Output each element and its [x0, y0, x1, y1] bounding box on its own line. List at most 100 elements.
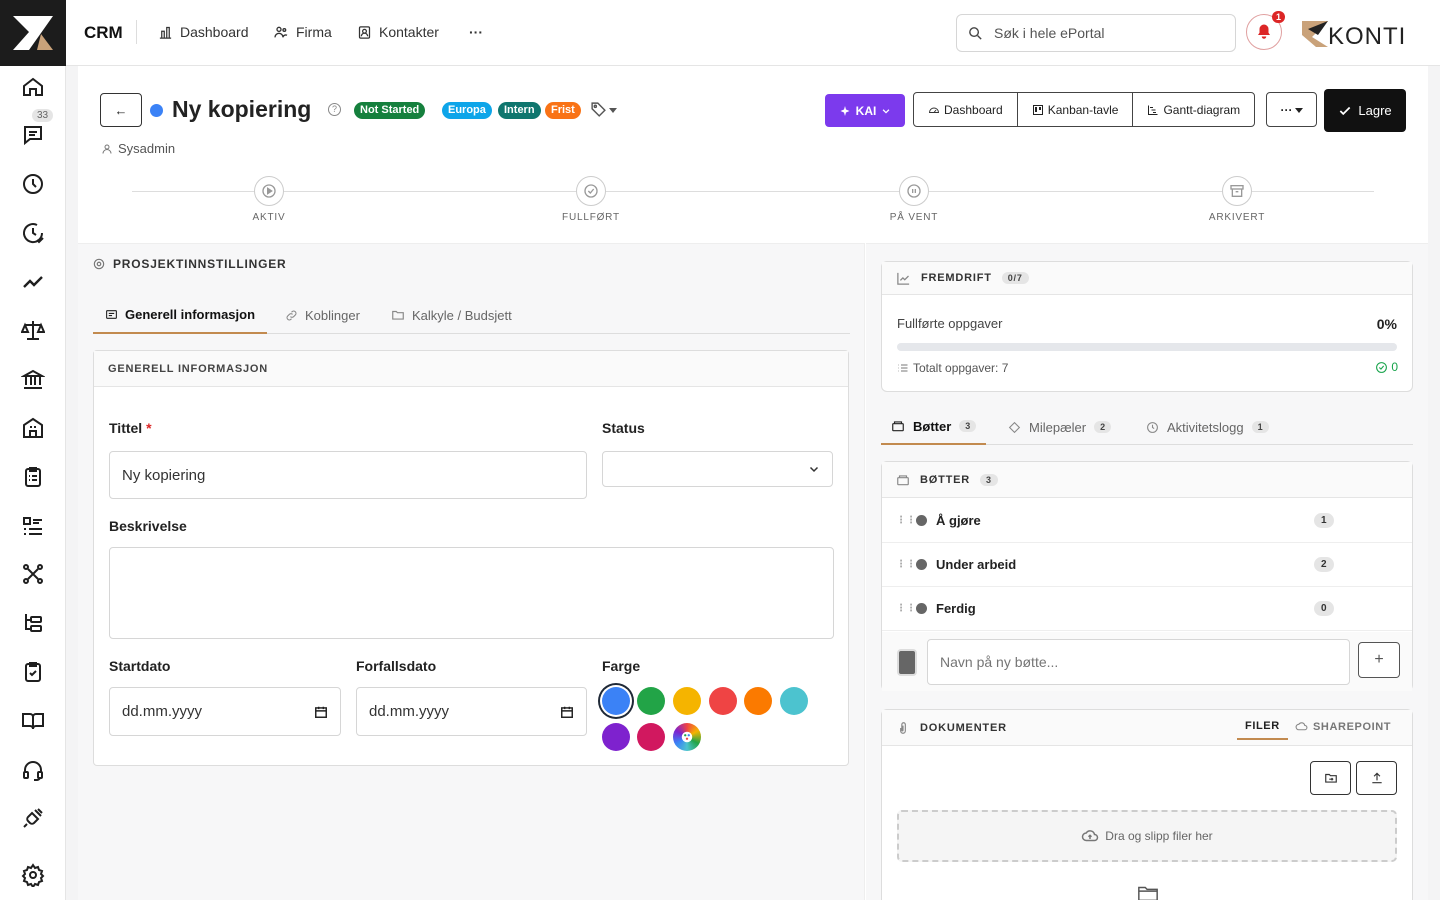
tab-aktivitetslogg[interactable]: Aktivitetslogg 1	[1136, 409, 1279, 445]
drag-handle-icon[interactable]: ⋮⋮	[896, 560, 916, 570]
new-bucket-input[interactable]	[927, 639, 1350, 685]
stage-aktiv[interactable]: AKTIV	[209, 176, 329, 223]
drag-handle-icon[interactable]: ⋮⋮	[896, 516, 916, 526]
tab-filer[interactable]: FILER	[1237, 718, 1288, 740]
folder-icon	[392, 310, 404, 320]
new-folder-button[interactable]	[1310, 761, 1351, 795]
list-item[interactable]: ⋮⋮ Under arbeid 2	[882, 543, 1412, 587]
color-swatch-orange[interactable]	[744, 687, 772, 715]
color-swatch-purple[interactable]	[602, 723, 630, 751]
add-bucket-button[interactable]: +	[1358, 642, 1400, 678]
help-icon[interactable]: ?	[328, 103, 341, 116]
stage-label: AKTIV	[252, 212, 286, 223]
drag-handle-icon[interactable]: ⋮⋮	[896, 604, 916, 614]
save-button[interactable]: Lagre	[1324, 89, 1406, 132]
color-swatch-yellow[interactable]	[673, 687, 701, 715]
tag-status[interactable]: Not Started	[354, 102, 426, 119]
book-icon[interactable]	[0, 701, 66, 741]
plug-icon[interactable]	[0, 798, 66, 838]
back-button[interactable]: ←	[100, 93, 142, 127]
nav-more-button[interactable]: ···	[469, 24, 483, 40]
bank-icon[interactable]	[0, 359, 66, 399]
tag-frist[interactable]: Frist	[545, 102, 581, 119]
description-textarea[interactable]	[109, 547, 834, 639]
trend-icon[interactable]	[0, 262, 66, 302]
chat-icon[interactable]: 33	[0, 109, 66, 155]
color-swatch-green[interactable]	[637, 687, 665, 715]
tab-kalkyle[interactable]: Kalkyle / Budsjett	[379, 296, 524, 334]
clipboard-check-icon[interactable]	[0, 652, 66, 692]
status-select[interactable]	[602, 451, 833, 487]
view-dashboard-button[interactable]: Dashboard	[914, 93, 1018, 126]
tag-europa[interactable]: Europa	[442, 102, 492, 119]
progress-bar	[897, 343, 1397, 351]
clipboard-list-icon[interactable]	[0, 457, 66, 497]
hierarchy-icon[interactable]	[0, 603, 66, 643]
global-search[interactable]	[956, 14, 1236, 52]
save-label: Lagre	[1358, 103, 1392, 118]
search-input[interactable]	[994, 25, 1214, 41]
divider	[136, 20, 137, 44]
title-input[interactable]	[109, 451, 587, 499]
stage-arkivert[interactable]: ARKIVERT	[1177, 176, 1297, 223]
back-arrow-icon: ←	[114, 102, 128, 118]
tab-milepaeler[interactable]: Milepæler 2	[998, 409, 1121, 445]
tab-label: Bøtter	[913, 418, 952, 434]
nav-kontakter[interactable]: Kontakter	[357, 24, 439, 40]
nav-dashboard-label: Dashboard	[180, 24, 249, 40]
owner-name: Sysadmin	[118, 141, 176, 156]
done-tasks: 0	[1375, 360, 1398, 374]
color-swatch-blue[interactable]	[602, 687, 630, 715]
network-icon[interactable]	[0, 554, 66, 594]
tab-botter[interactable]: Bøtter 3	[881, 409, 987, 445]
color-swatch-magenta[interactable]	[637, 723, 665, 751]
color-swatch-cyan[interactable]	[780, 687, 808, 715]
home-icon[interactable]	[0, 67, 66, 107]
time-check-icon[interactable]	[0, 213, 66, 253]
building-icon[interactable]	[0, 408, 66, 448]
kanban-icon	[1032, 104, 1043, 115]
app-logo[interactable]	[0, 0, 66, 66]
custom-color-picker[interactable]	[673, 723, 701, 751]
check-circle-icon	[576, 176, 606, 206]
due-date-label: Forfallsdato	[356, 658, 437, 674]
nav-firma[interactable]: Firma	[273, 24, 332, 40]
list-item[interactable]: ⋮⋮ Ferdig 0	[882, 587, 1412, 631]
task-list-icon[interactable]	[0, 506, 66, 546]
tab-label: Koblinger	[305, 307, 360, 323]
tab-koblinger[interactable]: Koblinger	[273, 296, 372, 334]
tab-sharepoint[interactable]: SHAREPOINT	[1295, 718, 1391, 739]
view-kanban-button[interactable]: Kanban-tavle	[1018, 93, 1134, 126]
view-gantt-label: Gantt-diagram	[1163, 102, 1241, 117]
new-bucket-color-picker[interactable]	[897, 649, 917, 676]
settings-gear-icon[interactable]	[0, 855, 66, 895]
page-title: Ny kopiering	[172, 96, 312, 122]
headset-icon[interactable]	[0, 750, 66, 790]
kai-button[interactable]: KAI	[825, 94, 905, 127]
list-item[interactable]: ⋮⋮ Å gjøre 1	[882, 499, 1412, 543]
start-date-input[interactable]: dd.mm.yyyy	[109, 687, 341, 736]
tab-label: Aktivitetslogg	[1167, 419, 1244, 435]
stage-fullfort[interactable]: FULLFØRT	[531, 176, 651, 223]
scale-icon[interactable]	[0, 310, 66, 350]
stage-pa-vent[interactable]: PÅ VENT	[854, 176, 974, 223]
bucket-name: Under arbeid	[936, 557, 1017, 572]
clock-icon[interactable]	[0, 164, 66, 204]
due-date-input[interactable]: dd.mm.yyyy	[356, 687, 587, 736]
notifications-button[interactable]: 1	[1246, 11, 1285, 50]
tag-menu-button[interactable]	[590, 101, 617, 118]
color-swatch-red[interactable]	[709, 687, 737, 715]
nav-dashboard[interactable]: Dashboard	[158, 24, 249, 40]
due-date-placeholder: dd.mm.yyyy	[369, 703, 450, 720]
tab-general-info[interactable]: Generell informasjon	[93, 296, 268, 334]
file-dropzone[interactable]: Dra og slipp filer her	[897, 810, 1397, 862]
start-date-label: Startdato	[109, 658, 171, 674]
tag-intern[interactable]: Intern	[498, 102, 541, 119]
line-chart-icon	[897, 272, 910, 285]
bucket-count: 0	[1314, 601, 1334, 616]
notification-count: 1	[1271, 11, 1285, 23]
chat-badge: 33	[32, 109, 54, 122]
more-actions-button[interactable]: ···	[1266, 92, 1317, 127]
upload-button[interactable]	[1356, 761, 1397, 795]
view-gantt-button[interactable]: Gantt-diagram	[1133, 93, 1254, 126]
